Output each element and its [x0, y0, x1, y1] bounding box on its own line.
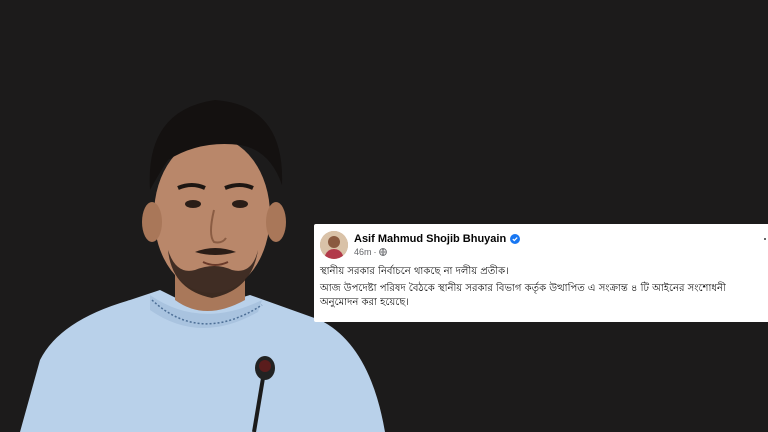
news-graphic: Asif Mahmud Shojib Bhuyain 46m · স্থানীয… — [0, 0, 768, 432]
post-headline: স্থানীয় সরকার নির্বাচনে থাকছে না দলীয় … — [320, 266, 509, 277]
facebook-post-card: Asif Mahmud Shojib Bhuyain 46m · স্থানীয… — [314, 224, 768, 322]
verified-badge-icon — [510, 234, 521, 244]
post-text: আজ উপদেষ্টা পরিষদ বৈঠকে স্থানীয় সরকার ব… — [320, 283, 726, 308]
author-block: Asif Mahmud Shojib Bhuyain 46m · — [354, 233, 521, 258]
globe-icon[interactable] — [378, 248, 387, 256]
post-meta: 46m · — [354, 247, 520, 258]
meta-separator: · — [373, 246, 377, 257]
speaker-photo — [20, 100, 385, 432]
author-name[interactable]: Asif Mahmud Shojib Bhuyain — [354, 233, 506, 246]
author-row: Asif Mahmud Shojib Bhuyain — [354, 233, 521, 246]
more-options-icon[interactable] — [764, 238, 766, 240]
post-time[interactable]: 46m — [354, 247, 372, 258]
avatar-image — [320, 231, 348, 259]
post-header: Asif Mahmud Shojib Bhuyain 46m · — [320, 230, 760, 260]
avatar[interactable] — [320, 231, 348, 259]
post-body: স্থানীয় সরকার নির্বাচনে থাকছে না দলীয় … — [320, 265, 760, 310]
